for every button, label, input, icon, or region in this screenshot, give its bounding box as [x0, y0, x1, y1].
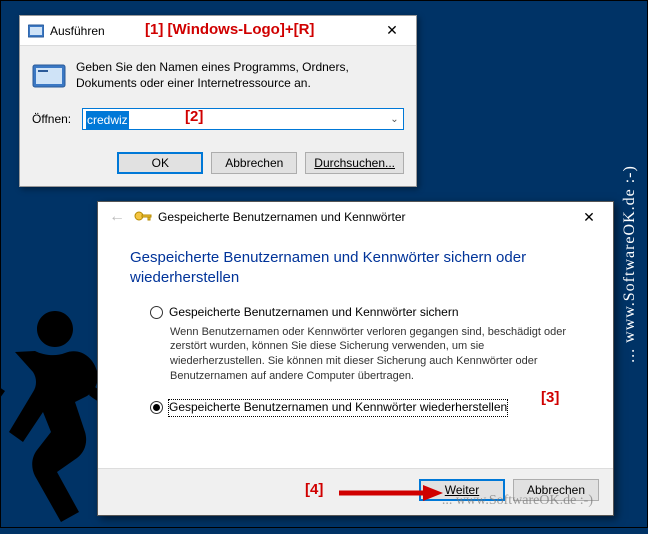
option-backup-label: Gespeicherte Benutzernamen und Kennwörte… [169, 305, 459, 321]
run-description: Geben Sie den Namen eines Programms, Ord… [76, 60, 404, 94]
run-dialog: Ausführen ✕ Geben Sie den Namen eines Pr… [19, 15, 417, 187]
cancel-button[interactable]: Abbrechen [211, 152, 297, 174]
watermark-side: ... www.SoftwareOK.de :-) [621, 165, 639, 363]
credwiz-dialog: ← Gespeicherte Benutzernamen und Kennwör… [97, 201, 614, 516]
run-icon [28, 23, 44, 39]
radio-checked-icon[interactable] [150, 401, 163, 414]
wizard-title: Gespeicherte Benutzernamen und Kennwörte… [158, 210, 567, 224]
open-label: Öffnen: [32, 112, 76, 126]
run-body: Geben Sie den Namen eines Programms, Ord… [20, 46, 416, 144]
option-restore-label: Gespeicherte Benutzernamen und Kennwörte… [169, 400, 507, 416]
close-icon[interactable]: ✕ [567, 203, 611, 231]
browse-button[interactable]: Durchsuchen... [305, 152, 404, 174]
run-app-icon [32, 60, 66, 94]
annotation-4: [4] [305, 481, 323, 498]
watermark-inline: ... www.SoftwareOK.de :-) [442, 493, 593, 509]
back-arrow-icon: ← [106, 206, 128, 228]
close-icon[interactable]: ✕ [370, 17, 414, 45]
option-backup-description: Wenn Benutzernamen oder Kennwörter verlo… [170, 325, 581, 384]
chevron-down-icon[interactable]: ⌄ [386, 114, 403, 125]
annotation-3: [3] [541, 389, 559, 406]
ok-button[interactable]: OK [117, 152, 203, 174]
option-backup[interactable]: Gespeicherte Benutzernamen und Kennwörte… [150, 305, 581, 321]
wizard-heading: Gespeicherte Benutzernamen und Kennwörte… [130, 248, 581, 287]
wizard-titlebar: ← Gespeicherte Benutzernamen und Kennwör… [98, 202, 613, 232]
arrow-icon [337, 483, 445, 506]
open-combobox[interactable]: credwiz ⌄ [82, 108, 404, 130]
annotation-1: [1] [Windows-Logo]+[R] [145, 21, 314, 38]
option-restore[interactable]: Gespeicherte Benutzernamen und Kennwörte… [150, 400, 581, 416]
key-icon [134, 209, 152, 226]
wizard-body: Gespeicherte Benutzernamen und Kennwörte… [98, 232, 613, 468]
open-input-text: credwiz [86, 111, 129, 129]
run-button-row: OK Abbrechen Durchsuchen... [20, 144, 416, 186]
annotation-2: [2] [185, 108, 203, 125]
radio-unchecked-icon[interactable] [150, 306, 163, 319]
